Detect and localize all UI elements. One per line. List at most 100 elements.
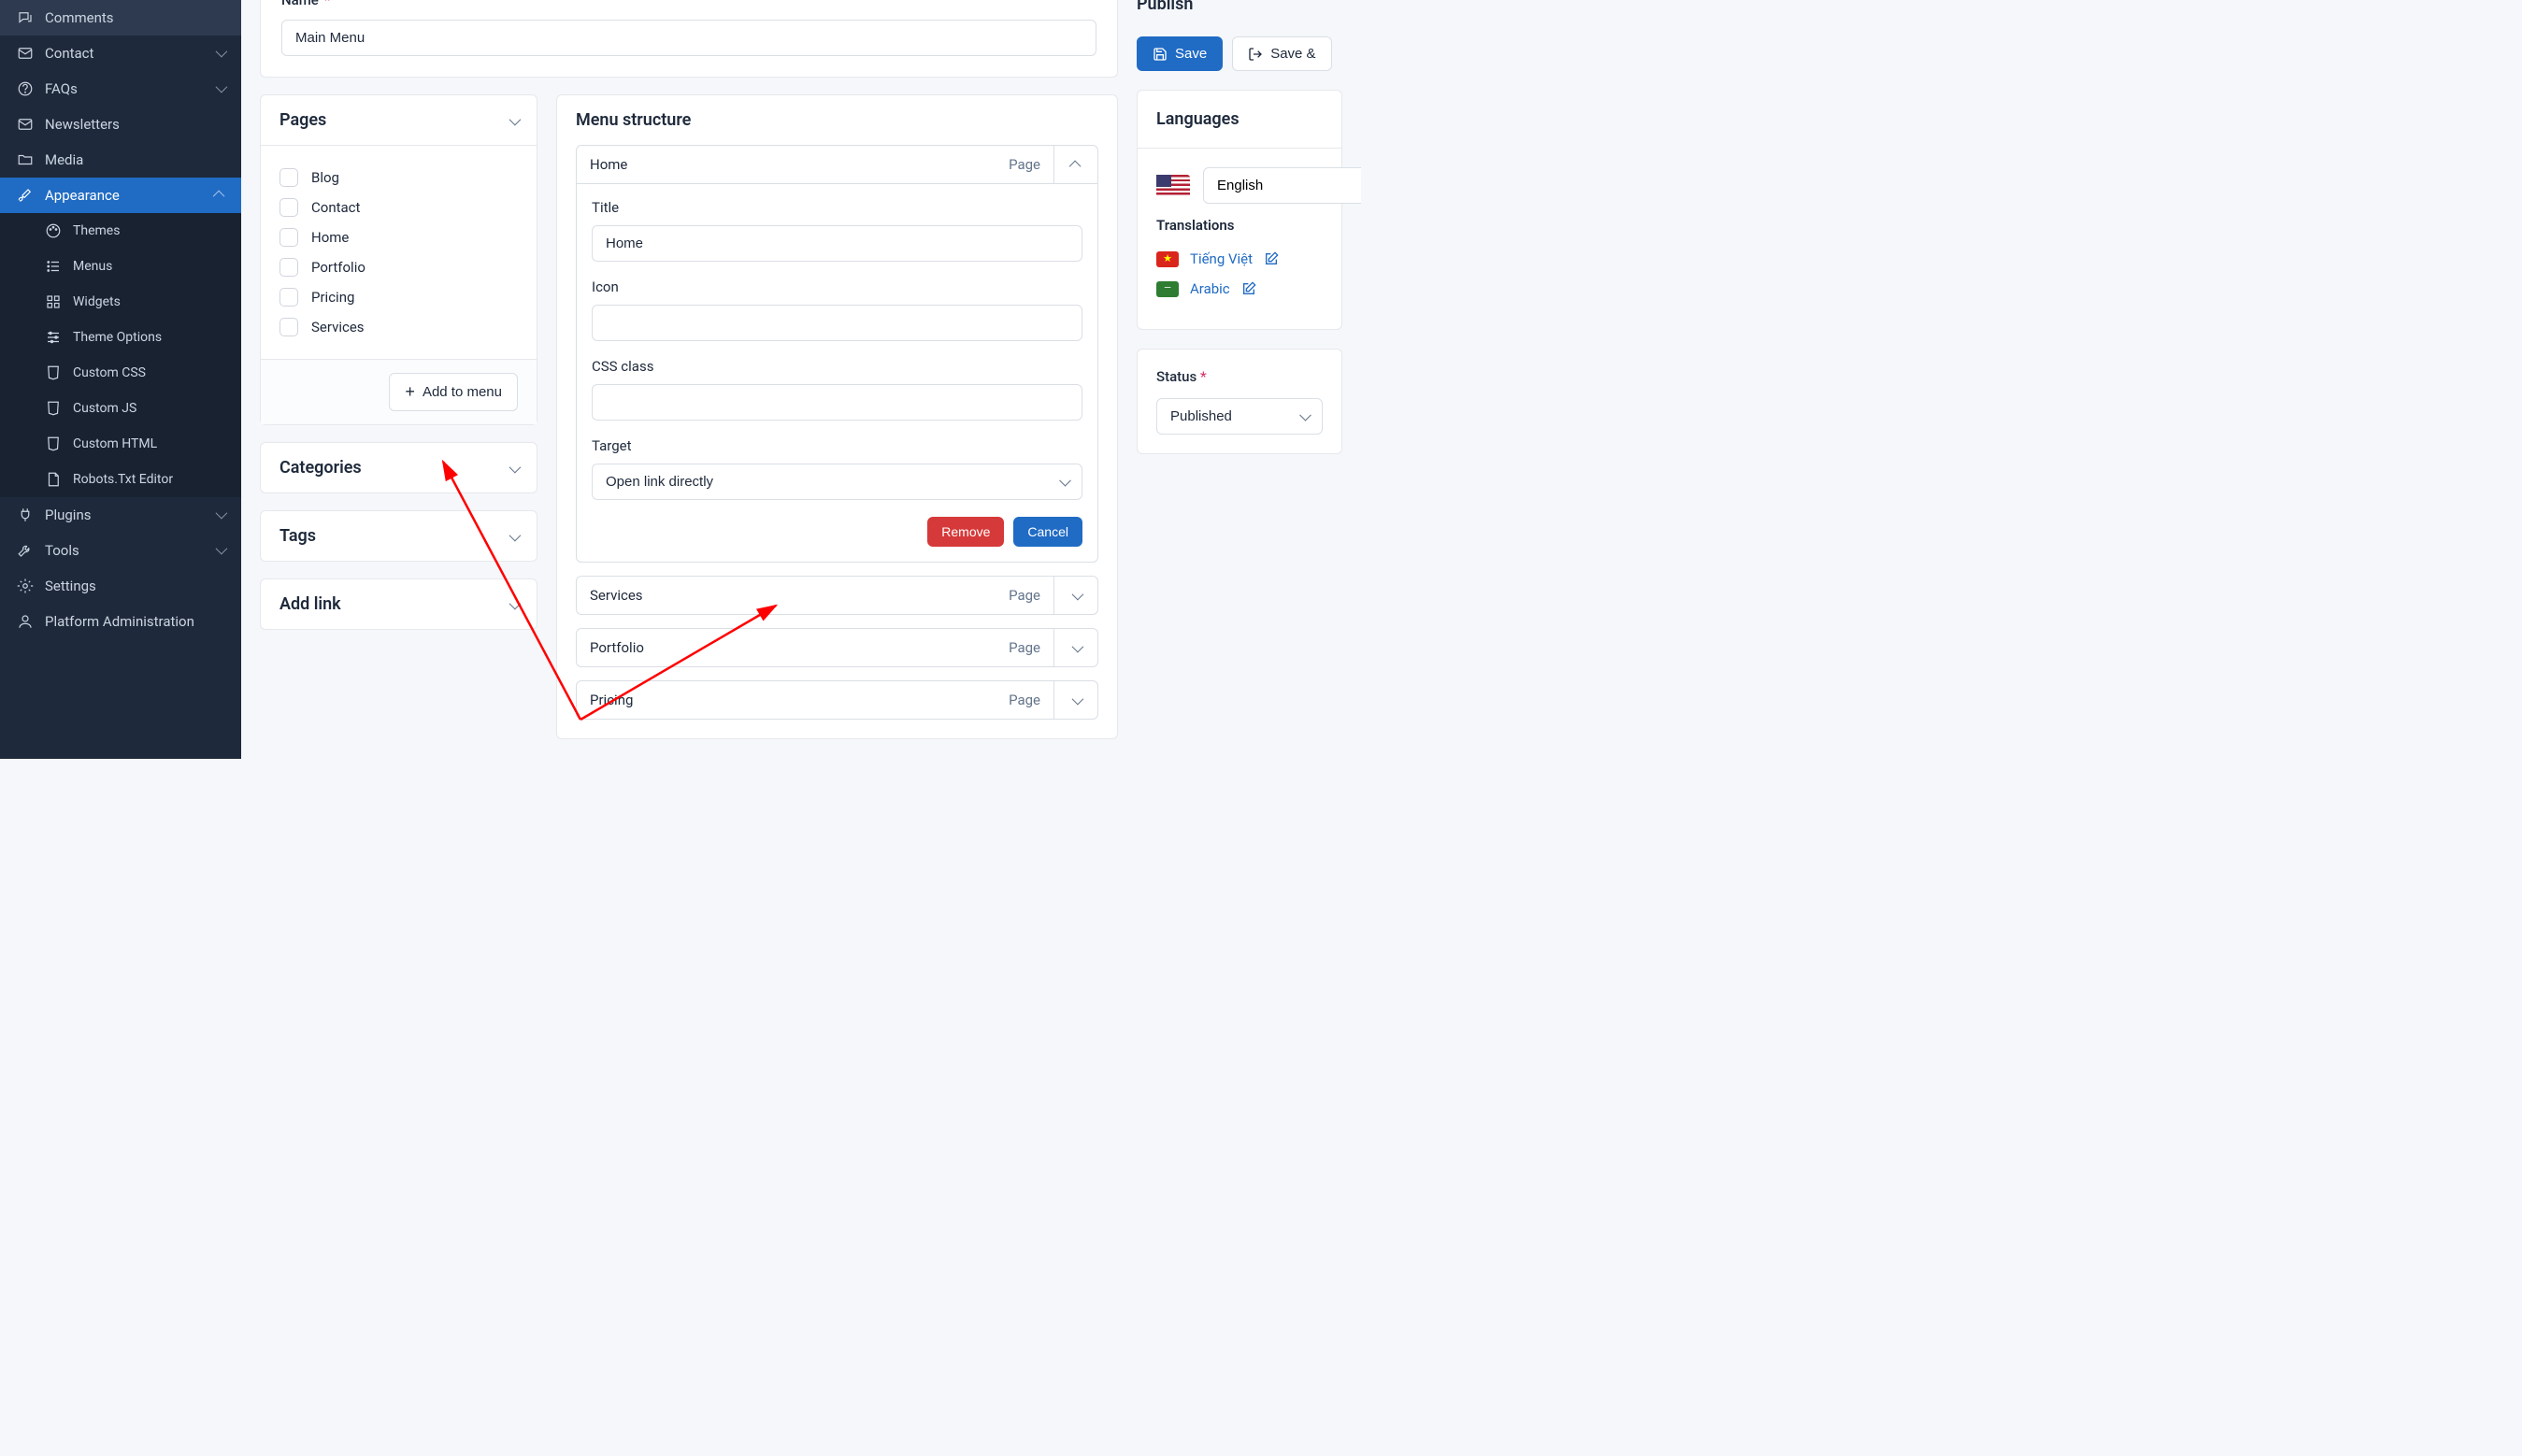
menu-item: ServicesPage [576, 576, 1098, 615]
sidebar-sub-themes[interactable]: Themes [0, 213, 241, 249]
title-input[interactable] [592, 225, 1082, 262]
sidebar-item-comments[interactable]: Comments [0, 0, 241, 36]
sidebar-submenu-appearance: Themes Menus Widgets Theme Options Custo… [0, 213, 241, 497]
menu-item-header[interactable]: PricingPage [577, 681, 1054, 719]
menu-item-type: Page [1009, 156, 1040, 173]
status-select[interactable] [1156, 398, 1323, 435]
cancel-button[interactable]: Cancel [1013, 517, 1082, 547]
plus-icon [405, 382, 415, 402]
sidebar-sub-label: Robots.Txt Editor [73, 472, 173, 487]
sidebar-item-media[interactable]: Media [0, 142, 241, 178]
menu-item-toggle[interactable] [1054, 681, 1097, 719]
translation-link[interactable]: Tiếng Việt [1190, 250, 1253, 267]
menu-item-type: Page [1009, 639, 1040, 656]
menu-item-header[interactable]: Home Page [577, 146, 1054, 183]
sidebar-sub-label: Themes [73, 223, 120, 238]
mail-icon [17, 116, 34, 133]
sidebar-label: Comments [45, 9, 114, 26]
checkbox[interactable] [279, 198, 298, 217]
mail-icon [17, 45, 34, 62]
sidebar-sub-label: Custom CSS [73, 365, 146, 380]
page-name: Contact [311, 199, 360, 216]
sidebar-sub-label: Menus [73, 259, 112, 274]
page-name: Home [311, 229, 349, 246]
sidebar-item-plugins[interactable]: Plugins [0, 497, 241, 533]
required-indicator: * [1200, 368, 1207, 385]
page-checkbox-row: Blog [279, 163, 518, 193]
css-input[interactable] [592, 384, 1082, 421]
css-label: CSS class [592, 358, 1082, 375]
exit-icon [1248, 47, 1263, 62]
chevron-down-icon [216, 48, 224, 60]
chevron-down-icon [216, 509, 224, 521]
save-exit-button[interactable]: Save & [1232, 36, 1331, 71]
sidebar-item-newsletters[interactable]: Newsletters [0, 107, 241, 142]
add-to-menu-button[interactable]: Add to menu [389, 373, 518, 411]
sidebar-label: Media [45, 151, 83, 168]
sidebar-label: Appearance [45, 187, 120, 204]
menu-item-header[interactable]: Portfolio Page [577, 629, 1054, 666]
icon-label: Icon [592, 278, 1082, 295]
checkbox[interactable] [279, 168, 298, 187]
sidebar-sub-robots[interactable]: Robots.Txt Editor [0, 462, 241, 497]
sidebar-item-appearance[interactable]: Appearance [0, 178, 241, 213]
sidebar-sub-custom-html[interactable]: Custom HTML [0, 426, 241, 462]
menu-item-toggle[interactable] [1054, 629, 1097, 666]
palette-icon [45, 222, 62, 239]
page-name: Portfolio [311, 259, 365, 276]
sidebar-item-tools[interactable]: Tools [0, 533, 241, 568]
menu-item-name: Portfolio [590, 639, 644, 656]
save-button[interactable]: Save [1137, 36, 1223, 71]
page-checkbox-row: Home [279, 222, 518, 252]
translation-link[interactable]: Arabic [1190, 280, 1230, 297]
icon-input[interactable] [592, 305, 1082, 341]
sidebar-label: Tools [45, 542, 79, 559]
checkbox[interactable] [279, 258, 298, 277]
sidebar-sub-menus[interactable]: Menus [0, 249, 241, 284]
name-input[interactable] [281, 20, 1096, 56]
menu-item-header[interactable]: ServicesPage [577, 577, 1054, 614]
page-checkbox-row: Portfolio [279, 252, 518, 282]
sidebar-sub-theme-options[interactable]: Theme Options [0, 320, 241, 355]
txt-icon [45, 471, 62, 488]
checkbox[interactable] [279, 288, 298, 307]
sidebar-item-settings[interactable]: Settings [0, 568, 241, 604]
remove-button[interactable]: Remove [927, 517, 1004, 547]
structure-title: Menu structure [557, 95, 1117, 145]
chevron-down-icon [1072, 587, 1081, 604]
help-icon [17, 80, 34, 97]
sidebar-sub-widgets[interactable]: Widgets [0, 284, 241, 320]
edit-icon[interactable] [1264, 251, 1279, 266]
chevron-down-icon [216, 83, 224, 95]
html-icon [45, 435, 62, 452]
flag-ar-icon [1156, 281, 1179, 297]
name-card: Name* [260, 0, 1118, 78]
chevron-down-icon [509, 110, 518, 130]
chevron-down-icon [216, 545, 224, 557]
language-select[interactable] [1203, 167, 1361, 204]
sidebar-sub-custom-js[interactable]: Custom JS [0, 391, 241, 426]
addlink-card[interactable]: Add link [260, 578, 537, 630]
page-name: Blog [311, 169, 339, 186]
translation-row-ar: Arabic [1156, 280, 1323, 297]
menu-item-type: Page [1009, 587, 1040, 604]
pages-header[interactable]: Pages [261, 95, 537, 146]
categories-title: Categories [279, 458, 362, 478]
checkbox[interactable] [279, 228, 298, 247]
sidebar: Comments Contact FAQs Newsletters Media … [0, 0, 241, 759]
sidebar-sub-custom-css[interactable]: Custom CSS [0, 355, 241, 391]
pages-title: Pages [279, 110, 326, 130]
chevron-down-icon [509, 526, 518, 546]
edit-icon[interactable] [1241, 281, 1256, 296]
sidebar-item-platform-admin[interactable]: Platform Administration [0, 604, 241, 639]
sidebar-item-contact[interactable]: Contact [0, 36, 241, 71]
categories-card[interactable]: Categories [260, 442, 537, 493]
menu-item-toggle[interactable] [1054, 577, 1097, 614]
menu-item-toggle[interactable] [1054, 146, 1097, 183]
sidebar-item-faqs[interactable]: FAQs [0, 71, 241, 107]
target-select[interactable] [592, 464, 1082, 500]
checkbox[interactable] [279, 318, 298, 336]
tags-card[interactable]: Tags [260, 510, 537, 562]
languages-card: Languages Translations Tiếng Việt Ara [1137, 90, 1342, 330]
title-label: Title [592, 199, 1082, 216]
